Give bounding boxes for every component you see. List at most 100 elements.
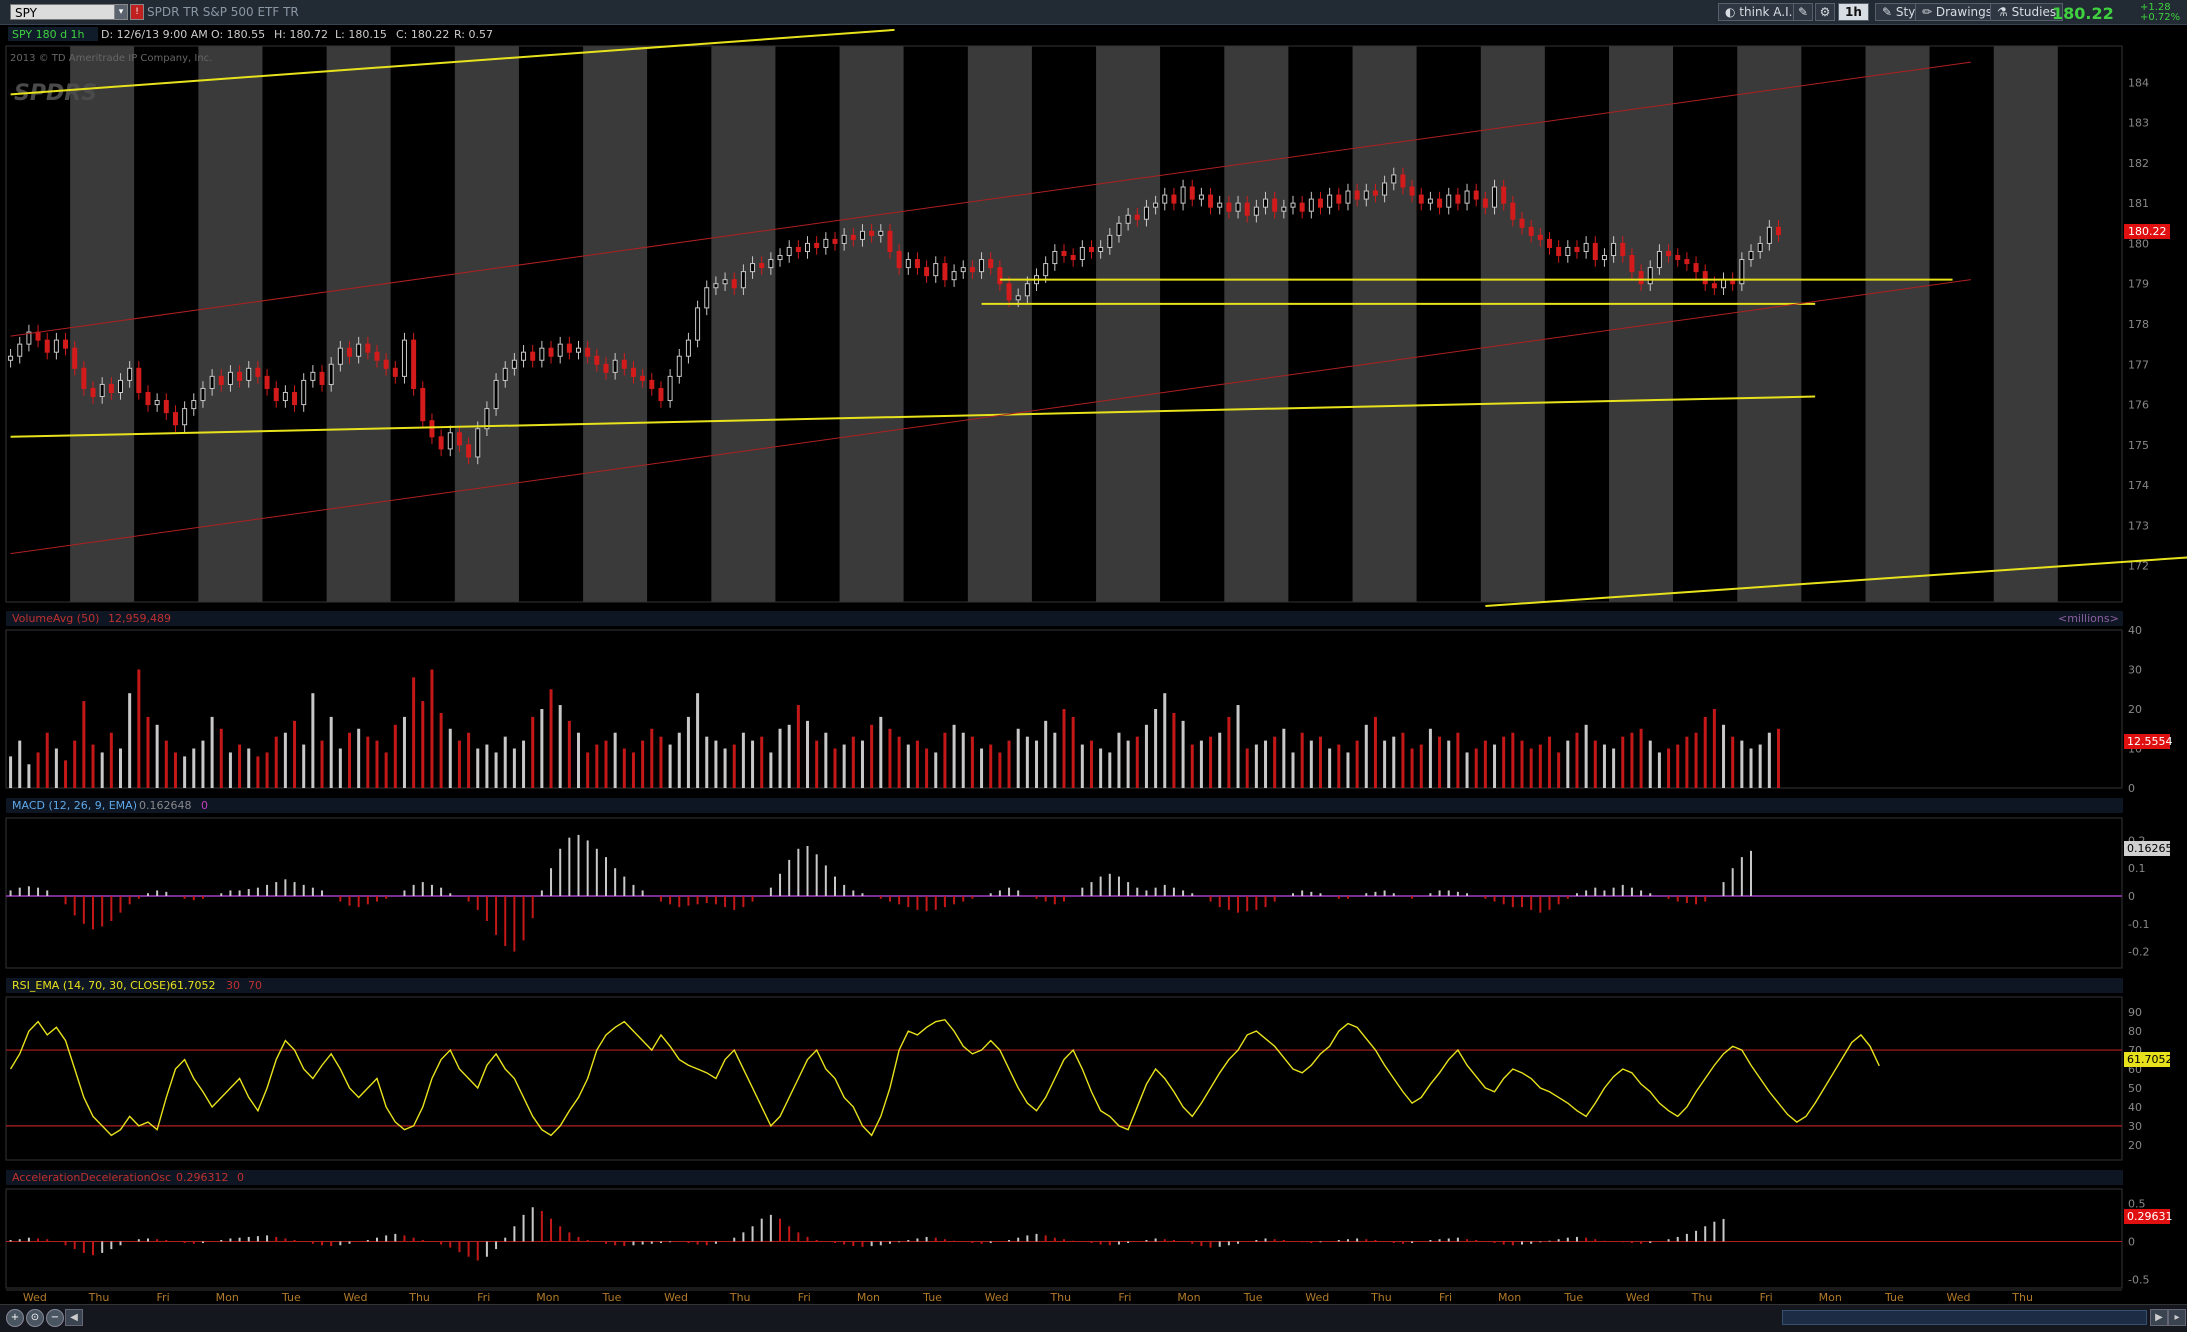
expand-icon[interactable]: ▸ (2168, 1309, 2186, 1326)
volume-bar (1144, 724, 1148, 788)
volume-bar (1566, 740, 1570, 788)
candle-body (1345, 190, 1351, 204)
volume-bar (631, 752, 635, 788)
x-tick-label: Wed (1305, 1291, 1329, 1304)
candle-body (1638, 271, 1644, 285)
candle-body (35, 331, 41, 341)
session-band (1801, 46, 1866, 602)
symbol-flag-icon[interactable]: ! (130, 4, 144, 20)
volume-bar (137, 669, 141, 788)
volume-bar (851, 736, 855, 788)
volume-bar (760, 736, 764, 788)
candle-body (1382, 182, 1388, 196)
price-tick-label: 182 (2128, 157, 2149, 170)
candle-body (630, 367, 636, 377)
candle-body (1336, 194, 1342, 204)
volume-bar (1227, 716, 1231, 788)
volume-panel: VolumeAvg (50) 12,959,489 <millions> 40 3… (5, 611, 2173, 795)
candle-body (1098, 246, 1104, 252)
price-tick-label: 181 (2128, 197, 2149, 210)
header-range: R: 0.57 (454, 28, 493, 41)
candle-body (786, 246, 792, 257)
timeframe-button[interactable]: 1h (1838, 3, 1869, 21)
top-toolbar: SPY ▾ ! SPDR TR S&P 500 ETF TR ◐ think A… (0, 0, 2187, 25)
volume-bar (1346, 752, 1350, 788)
symbol-input[interactable]: SPY (10, 4, 118, 20)
session-band (1096, 46, 1161, 602)
think-ai-button[interactable]: ◐ think A.I. (1718, 3, 1800, 21)
settings-icon[interactable]: ⚙ (1815, 3, 1835, 21)
chart-area[interactable]: 184183182181180179178177176175174173172 … (0, 24, 2187, 1304)
volume-bar (1502, 736, 1506, 788)
candle-body (731, 279, 737, 289)
x-tick-label: Wed (985, 1291, 1009, 1304)
scroll-left-icon[interactable]: ◀ (65, 1309, 83, 1326)
zoom-reset-icon[interactable]: ⊙ (26, 1309, 44, 1327)
candle-body (1510, 202, 1516, 220)
candle-body (328, 363, 334, 385)
candle-body (1354, 190, 1360, 200)
x-tick-label: Thu (408, 1291, 430, 1304)
volume-bar (1694, 732, 1698, 788)
candle-body (924, 267, 930, 277)
candle-body (1675, 255, 1681, 261)
header-low: L: 180.15 (335, 28, 387, 41)
candle-body (988, 259, 994, 269)
volume-bar (64, 760, 68, 788)
session-band (1160, 46, 1225, 602)
candle-body (108, 383, 114, 393)
candle-body (1226, 202, 1232, 212)
volume-bar (1099, 748, 1103, 788)
header-date: D: 12/6/13 9:00 AM (101, 28, 208, 41)
volume-bar (778, 728, 782, 788)
candle-body (566, 343, 572, 353)
volume-bar (1318, 736, 1322, 788)
candle-body (1180, 186, 1186, 204)
candle-body (1153, 202, 1159, 208)
volume-bar (1355, 740, 1359, 788)
candle-body (1693, 263, 1699, 273)
candle-body (759, 263, 765, 269)
zoom-out-icon[interactable]: − (46, 1309, 64, 1327)
zoom-in-icon[interactable]: + (6, 1309, 24, 1327)
candle-body (1455, 194, 1461, 204)
macd-panel: MACD (12, 26, 9, EMA) 0.162648 0 0.20.10… (5, 798, 2173, 969)
volume-bar (1245, 748, 1249, 788)
tools-icon[interactable]: ✎ (1793, 3, 1813, 21)
volume-bar (293, 720, 297, 788)
volume-bar (357, 728, 361, 788)
candle-body (292, 391, 298, 406)
volume-bar (961, 732, 965, 788)
volume-bar (1511, 732, 1515, 788)
volume-bar (73, 740, 77, 788)
volume-bar (1740, 740, 1744, 788)
drawings-button[interactable]: ✏ Drawings (1915, 3, 2000, 21)
session-band (1673, 46, 1738, 602)
volume-header-bar (6, 611, 2123, 626)
volume-bar (1062, 709, 1066, 788)
volume-bar (622, 748, 626, 788)
volume-bar (833, 748, 837, 788)
volume-bar (1071, 716, 1075, 788)
macd-header-bar (6, 798, 2123, 813)
volume-bar (1236, 705, 1240, 788)
session-band (262, 46, 327, 602)
volume-bar (1474, 748, 1478, 788)
volume-bar (1712, 709, 1716, 788)
horizontal-scrollbar[interactable] (1782, 1310, 2147, 1325)
symbol-dropdown-icon[interactable]: ▾ (114, 4, 128, 20)
scroll-right-icon[interactable]: ▶ (2150, 1309, 2168, 1326)
candle-body (667, 375, 673, 402)
volume-bar (1419, 744, 1423, 788)
volume-bar (1089, 740, 1093, 788)
candle-body (997, 267, 1003, 285)
session-band (1737, 46, 1802, 602)
volume-bar (1483, 740, 1487, 788)
header-title: SPY 180 d 1h (12, 28, 85, 41)
candle-body (1208, 194, 1214, 208)
candle-body (1766, 226, 1772, 244)
candle-body (1409, 186, 1415, 196)
volume-bar (375, 740, 379, 788)
volume-bar (1520, 740, 1524, 788)
session-band (134, 46, 199, 602)
